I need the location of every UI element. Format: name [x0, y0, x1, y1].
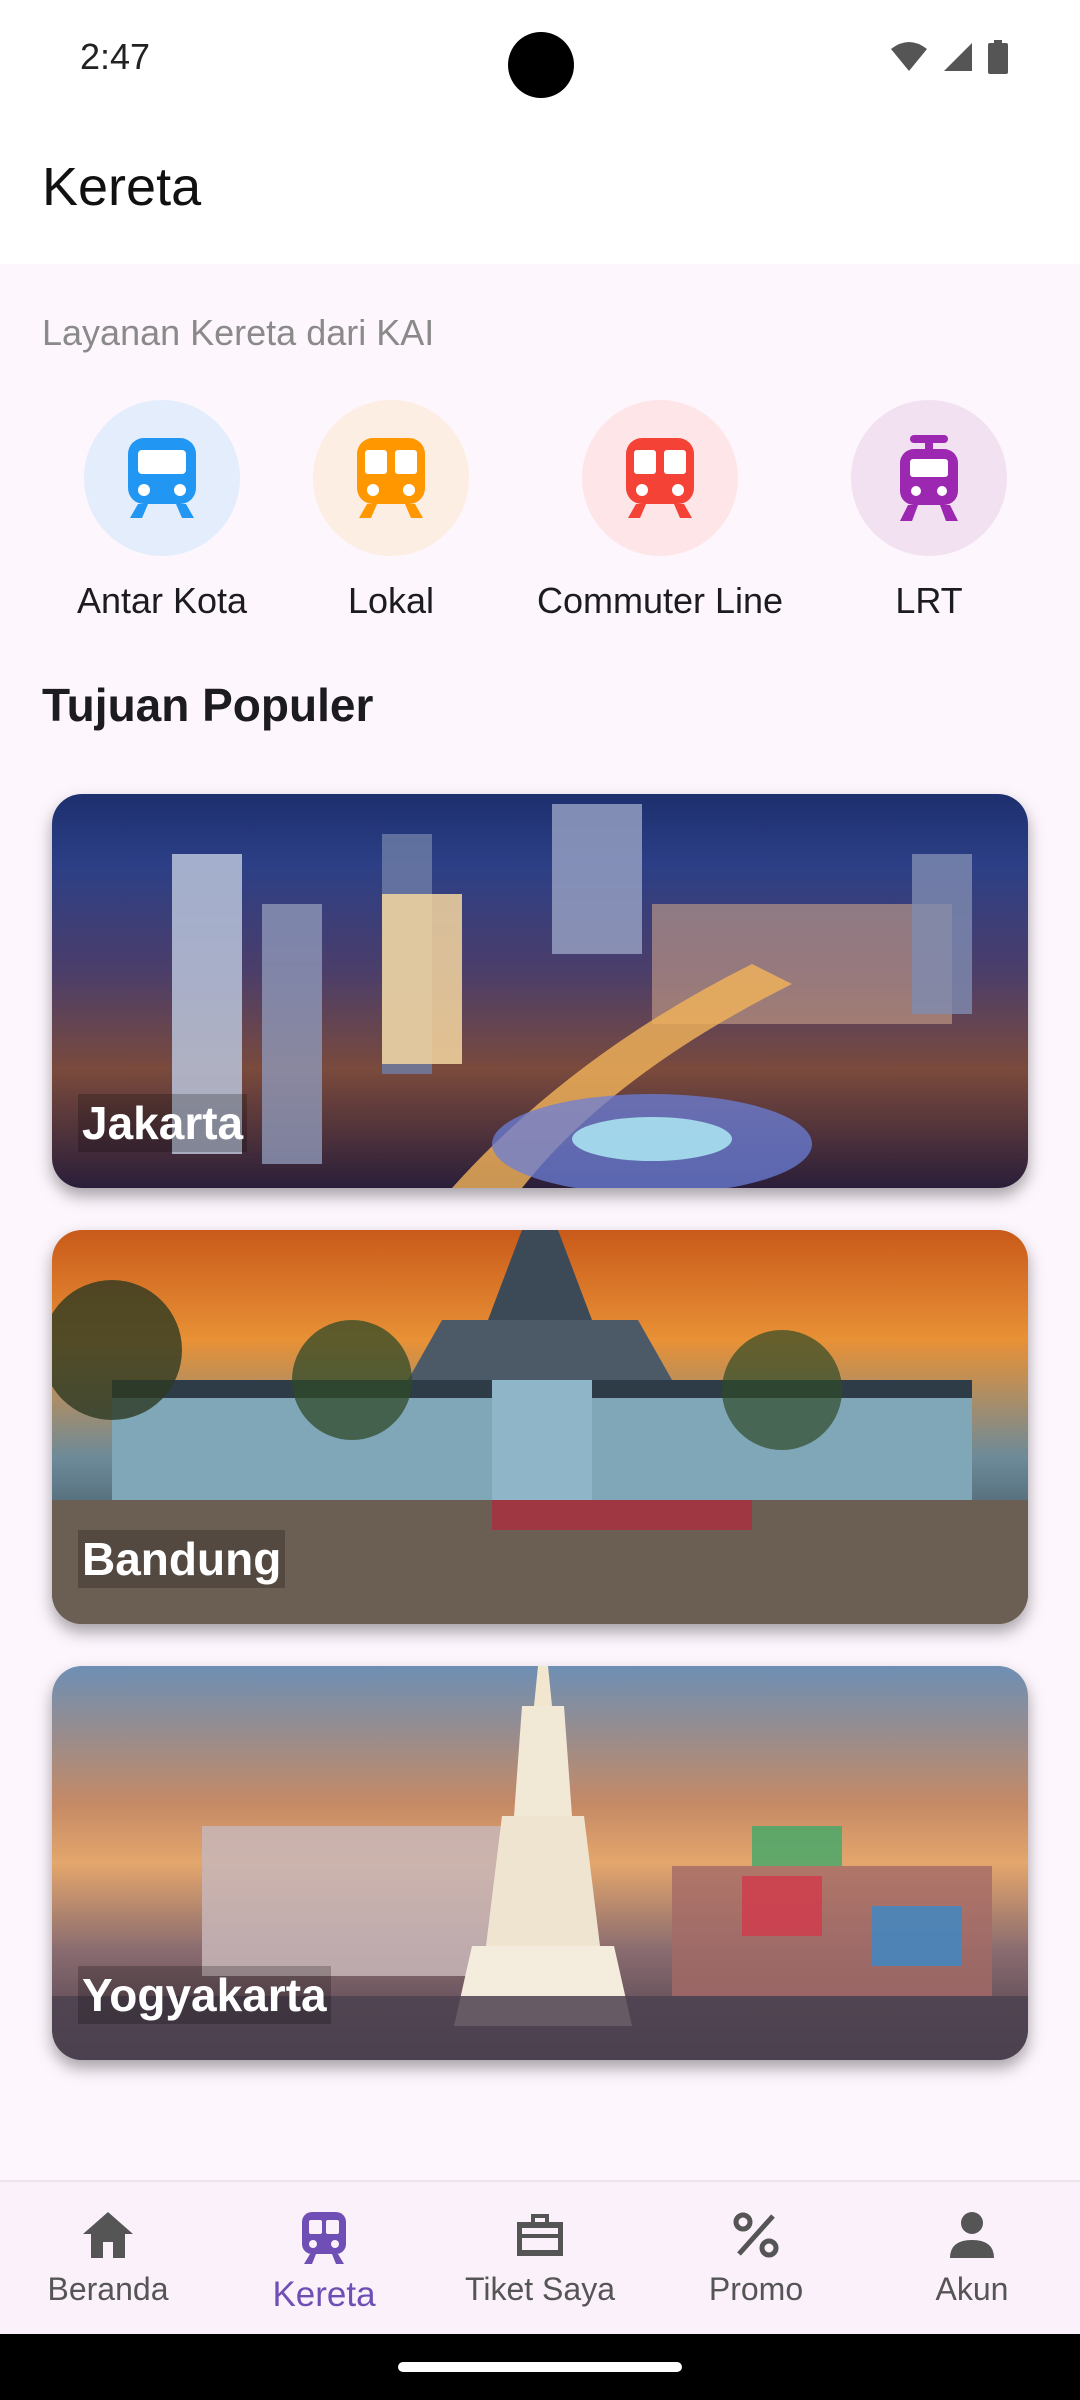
service-commuter-line[interactable]: Commuter Line — [510, 400, 810, 622]
destination-card-jakarta[interactable]: Jakarta — [52, 794, 1028, 1188]
service-label: Commuter Line — [536, 580, 784, 621]
nav-label: Kereta — [272, 2275, 376, 2314]
services-label: Layanan Kereta dari KAI — [42, 312, 435, 353]
section-title-popular: Tujuan Populer — [42, 679, 374, 731]
nav-label: Tiket Saya — [465, 2271, 615, 2307]
service-label: LRT — [895, 580, 963, 621]
destination-name: Bandung — [78, 1530, 286, 1588]
home-icon — [83, 2212, 133, 2258]
service-icon-bg — [84, 400, 240, 556]
nav-label: Akun — [935, 2271, 1009, 2307]
status-time: 2:47 — [80, 36, 151, 77]
destination-card-bandung[interactable]: Bandung — [52, 1230, 1028, 1624]
tram-icon — [900, 435, 958, 521]
service-icon-bg — [313, 400, 469, 556]
battery-icon — [988, 40, 1008, 74]
signal-icon — [944, 43, 972, 71]
briefcase-icon — [517, 2214, 563, 2256]
nav-item-beranda[interactable]: Beranda — [0, 2210, 216, 2308]
nav-item-promo[interactable]: Promo — [648, 2210, 864, 2308]
home-gesture-handle[interactable] — [398, 2362, 682, 2372]
nav-item-tiket-saya[interactable]: Tiket Saya — [432, 2210, 648, 2308]
nav-item-kereta[interactable]: Kereta — [216, 2210, 432, 2315]
service-icon-bg — [582, 400, 738, 556]
train-front-icon — [128, 438, 196, 518]
percent-icon — [733, 2212, 779, 2258]
service-lrt[interactable]: LRT — [779, 400, 1079, 622]
destination-name: Yogyakarta — [78, 1966, 331, 2024]
status-icons — [890, 40, 1008, 74]
train-icon — [302, 2212, 346, 2264]
service-label: Lokal — [347, 580, 435, 621]
destination-card-yogyakarta[interactable]: Yogyakarta — [52, 1666, 1028, 2060]
service-icon-bg — [851, 400, 1007, 556]
bottom-navigation: Beranda Kereta Tiket Saya Promo Akun — [0, 2180, 1080, 2334]
train-front-icon — [626, 438, 694, 518]
person-icon — [950, 2212, 994, 2258]
service-lokal[interactable]: Lokal — [241, 400, 541, 622]
nav-label: Promo — [708, 2271, 804, 2307]
top-bar: 2:47 Kereta — [0, 0, 1080, 264]
destination-name: Jakarta — [78, 1094, 248, 1152]
nav-item-akun[interactable]: Akun — [864, 2210, 1080, 2308]
train-front-icon — [357, 438, 425, 518]
camera-cutout — [508, 32, 574, 98]
nav-label: Beranda — [47, 2271, 169, 2307]
page-title: Kereta — [42, 157, 202, 217]
wifi-icon — [891, 42, 927, 71]
